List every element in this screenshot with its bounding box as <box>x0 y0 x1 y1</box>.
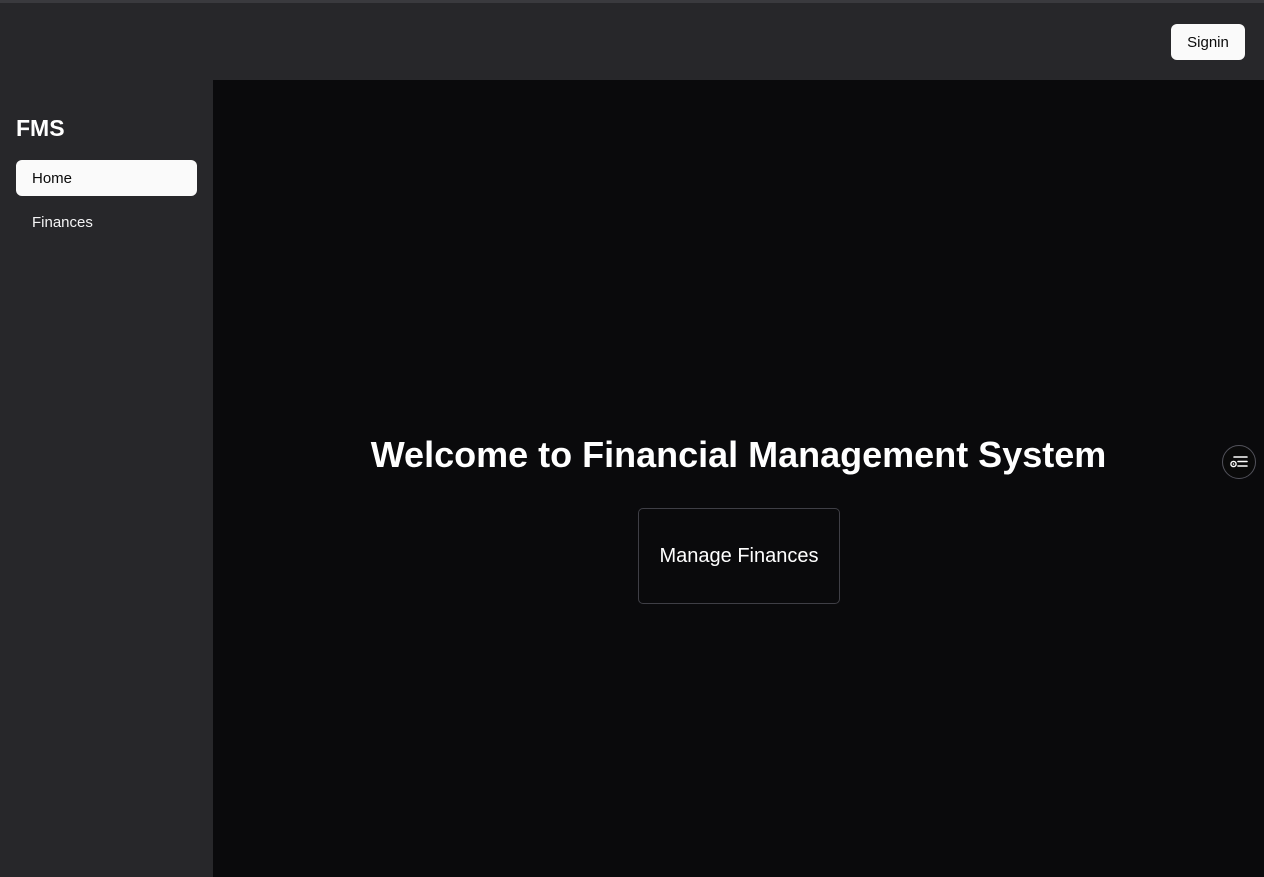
floating-action-button[interactable] <box>1222 445 1256 479</box>
main-content: Welcome to Financial Management System M… <box>213 80 1264 877</box>
manage-finances-button[interactable]: Manage Finances <box>638 508 840 604</box>
sidebar-item-label: Home <box>32 169 73 187</box>
sidebar-item-finances[interactable]: Finances <box>16 204 197 240</box>
sidebar-item-label: Finances <box>32 213 93 231</box>
app-brand: FMS <box>16 115 65 141</box>
sidebar-item-home[interactable]: Home <box>16 160 197 196</box>
top-navbar: Signin <box>0 3 1264 80</box>
page-title: Welcome to Financial Management System <box>370 434 1107 475</box>
sidebar: FMS Home Finances <box>0 80 213 877</box>
list-settings-icon <box>1230 456 1248 468</box>
signin-button[interactable]: Signin <box>1171 24 1245 60</box>
